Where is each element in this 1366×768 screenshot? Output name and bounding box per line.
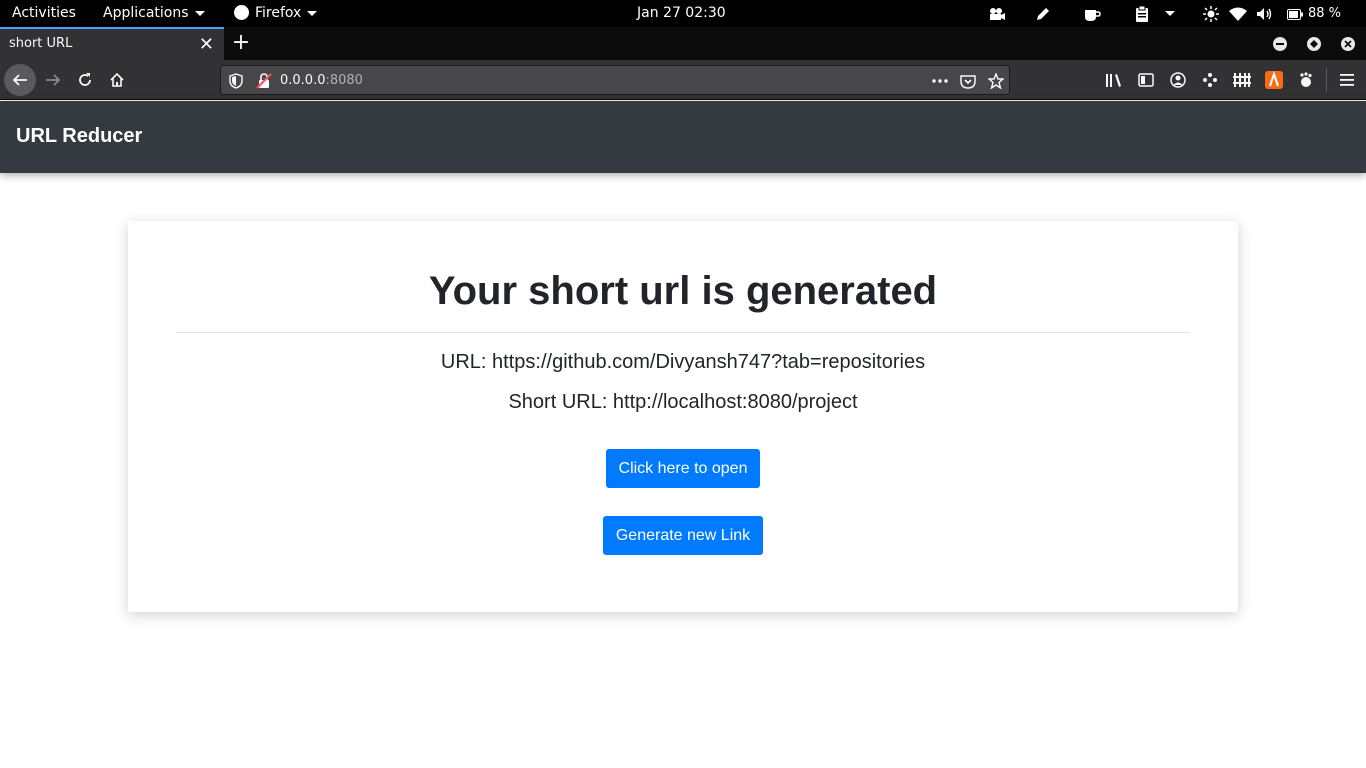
clock[interactable]: Jan 27 02:30	[637, 0, 726, 27]
applications-menu[interactable]: Applications	[103, 0, 205, 27]
url-bar[interactable]: 0.0.0.0:8080	[220, 65, 1010, 95]
pocket-icon[interactable]	[959, 72, 977, 90]
generate-new-link-button[interactable]: Generate new Link	[603, 516, 763, 555]
battery-percentage[interactable]: 88 %	[1308, 0, 1341, 27]
activities-button[interactable]: Activities	[12, 0, 76, 27]
close-window-button[interactable]	[1341, 37, 1355, 51]
chevron-down-icon[interactable]	[1165, 11, 1175, 16]
tab-title: short URL	[9, 36, 73, 51]
forward-button[interactable]	[37, 64, 69, 96]
page-heading: Your short url is generated	[428, 269, 938, 313]
short-url-text: Short URL: http://localhost:8080/project	[508, 391, 858, 413]
minimize-icon	[1276, 43, 1284, 45]
bookmark-star-icon[interactable]	[987, 72, 1005, 90]
video-camera-icon[interactable]	[988, 5, 1006, 23]
navigation-toolbar: 0.0.0.0:8080	[0, 60, 1366, 100]
toolbar-separator	[1326, 68, 1327, 92]
maximize-icon	[1310, 40, 1318, 48]
reload-icon	[79, 73, 91, 86]
brightness-icon[interactable]	[1202, 5, 1220, 23]
close-icon	[1344, 40, 1352, 48]
chevron-down-icon	[307, 10, 318, 16]
battery-icon[interactable]	[1286, 5, 1304, 23]
brand-title[interactable]: URL Reducer	[16, 125, 142, 148]
url-host: 0.0.0.0	[280, 73, 326, 88]
original-url-text: URL: https://github.com/Divyansh747?tab=…	[440, 351, 926, 373]
home-button[interactable]	[101, 64, 133, 96]
tab-strip: short URL ✕ +	[0, 27, 1366, 60]
arrow-left-icon	[12, 74, 27, 86]
library-icon[interactable]	[1105, 71, 1123, 89]
system-top-bar: Activities Applications Firefox Jan 27 0…	[0, 0, 1366, 27]
shield-icon[interactable]	[227, 72, 245, 90]
wifi-icon[interactable]	[1229, 5, 1247, 23]
web-page: URL Reducer Your short url is generated …	[0, 101, 1366, 768]
arrow-right-icon	[46, 74, 61, 86]
app-header: URL Reducer	[0, 101, 1366, 173]
volume-icon[interactable]	[1256, 5, 1274, 23]
maximize-button[interactable]	[1307, 37, 1321, 51]
extension-gnome-icon[interactable]	[1297, 71, 1315, 89]
reload-button[interactable]	[69, 64, 101, 96]
hamburger-menu-icon[interactable]	[1338, 71, 1356, 89]
firefox-app-label: Firefox	[255, 5, 302, 21]
divider	[176, 332, 1190, 333]
extension-orange-icon[interactable]	[1265, 71, 1283, 89]
back-button[interactable]	[4, 64, 36, 96]
url-port: :8080	[325, 73, 363, 88]
close-icon[interactable]: ✕	[199, 34, 214, 55]
pencil-icon[interactable]	[1034, 5, 1052, 23]
extension-dots-icon[interactable]	[1201, 71, 1219, 89]
open-link-button[interactable]: Click here to open	[606, 449, 760, 488]
firefox-icon	[234, 4, 249, 20]
firefox-app-menu[interactable]: Firefox	[234, 0, 318, 27]
minimize-button[interactable]	[1273, 37, 1287, 51]
home-icon	[110, 72, 124, 87]
chevron-down-icon	[194, 10, 205, 16]
clipboard-icon[interactable]	[1133, 5, 1151, 23]
url-text[interactable]: 0.0.0.0:8080	[280, 73, 363, 88]
applications-label: Applications	[103, 5, 189, 21]
account-icon[interactable]	[1169, 71, 1187, 89]
insecure-lock-icon[interactable]	[255, 72, 273, 90]
more-actions-icon[interactable]	[931, 72, 949, 90]
new-tab-button[interactable]: +	[230, 29, 252, 57]
extension-grid-icon[interactable]	[1233, 71, 1251, 89]
coffee-cup-icon[interactable]	[1083, 5, 1101, 23]
result-card: Your short url is generated URL: https:/…	[128, 221, 1238, 612]
sidebar-icon[interactable]	[1137, 71, 1155, 89]
tab-short-url[interactable]: short URL ✕	[0, 27, 224, 60]
